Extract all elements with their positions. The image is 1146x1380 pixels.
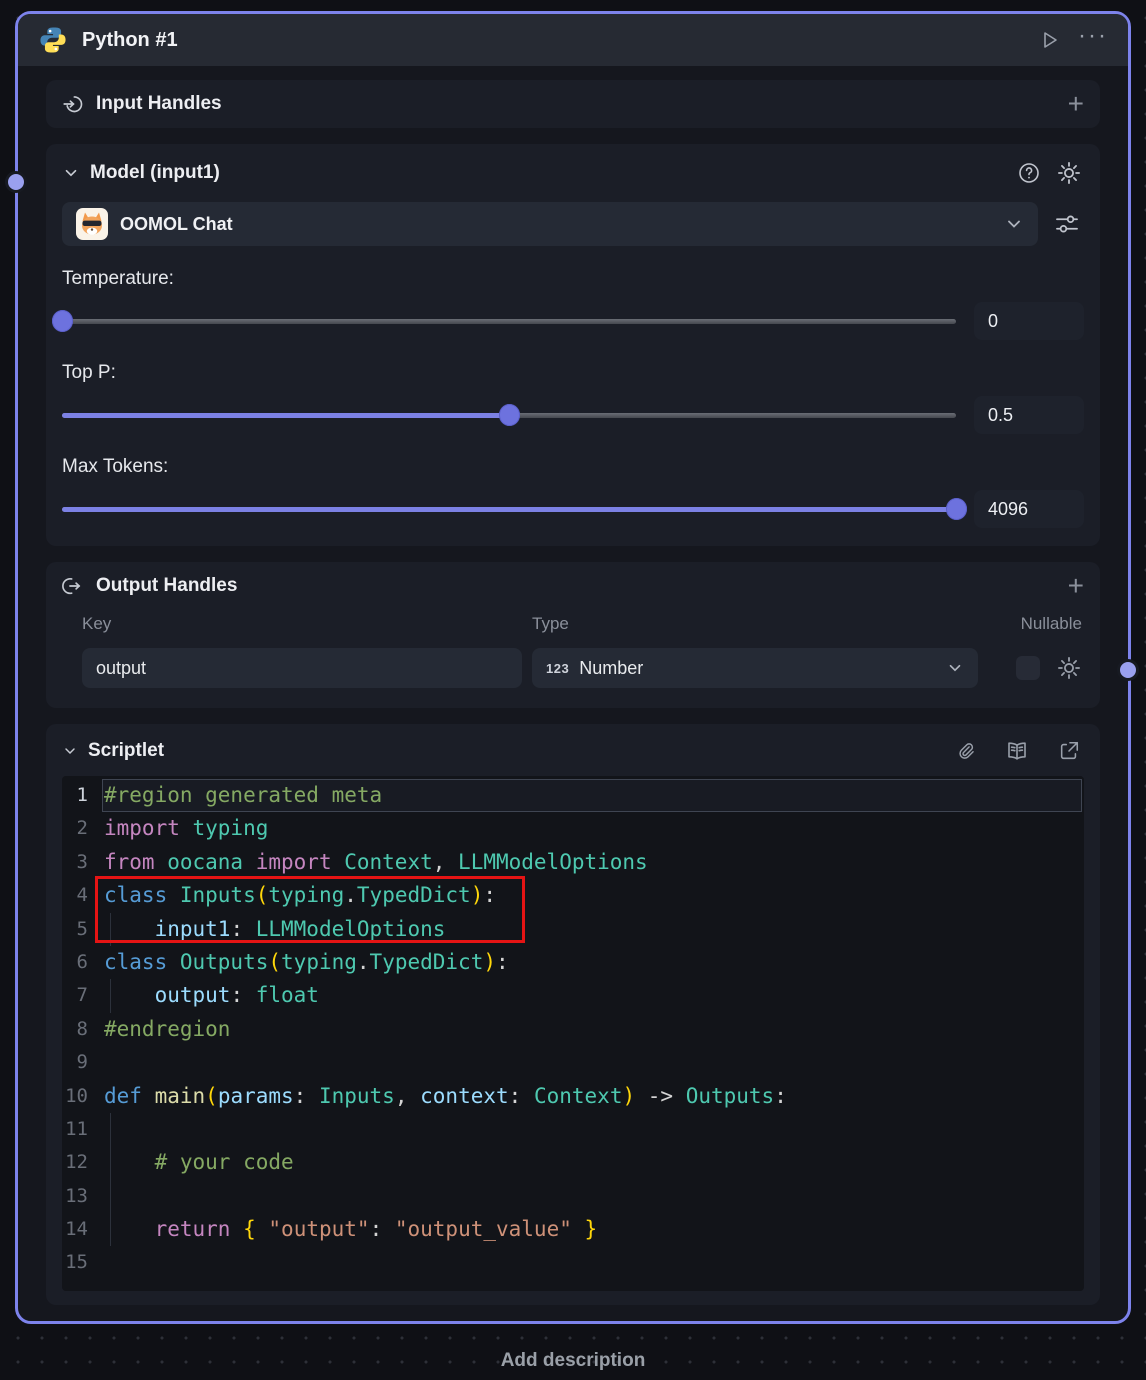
param-slider[interactable] (62, 498, 956, 520)
line-number: 3 (62, 846, 88, 879)
output-connection-handle[interactable] (1117, 659, 1139, 681)
slider-thumb[interactable] (499, 404, 520, 426)
output-columns: Key Type Nullable (62, 614, 1084, 634)
canvas: Python #1 ··· Input Handles (0, 0, 1146, 1380)
param-label: Top P: (62, 362, 1084, 384)
help-icon[interactable] (1014, 158, 1044, 188)
model-tune-icon[interactable] (1052, 209, 1082, 239)
chevron-down-icon (1004, 214, 1024, 234)
handle-settings-gear-icon[interactable] (1054, 653, 1084, 683)
chevron-down-icon[interactable] (62, 164, 80, 182)
number-type-icon: 123 (546, 661, 569, 676)
line-number: 14 (62, 1213, 88, 1246)
line-number: 2 (62, 812, 88, 845)
line-number: 9 (62, 1046, 88, 1079)
handle-key-value: output (96, 658, 146, 679)
python-logo-icon (38, 25, 68, 55)
model-settings-gear-icon[interactable] (1054, 158, 1084, 188)
input-handles-title: Input Handles (96, 93, 222, 115)
code-line: 9 (62, 1046, 1084, 1079)
model-title: Model (input1) (90, 162, 1004, 184)
column-key: Key (82, 614, 522, 634)
line-number: 6 (62, 946, 88, 979)
code-line: 15 (62, 1246, 1084, 1279)
chevron-down-icon (946, 659, 964, 677)
output-handles-section: Output Handles + Key Type Nullable outpu… (46, 562, 1100, 708)
output-handles-title: Output Handles (96, 575, 237, 597)
handle-type-value: Number (579, 658, 936, 679)
code-line: 2import typing (62, 812, 1084, 845)
line-number: 1 (62, 779, 88, 812)
slider-thumb[interactable] (946, 498, 967, 520)
line-number: 11 (62, 1113, 88, 1146)
docs-book-icon[interactable] (1002, 736, 1032, 766)
param-slider[interactable] (62, 404, 956, 426)
line-number: 7 (62, 979, 88, 1012)
open-external-icon[interactable] (1054, 736, 1084, 766)
model-param: Max Tokens: 4096 (62, 456, 1084, 528)
line-number: 10 (62, 1080, 88, 1113)
nullable-checkbox[interactable] (1016, 656, 1040, 680)
code-line: 5 input1: LLMModelOptions (62, 913, 1084, 946)
line-number: 8 (62, 1013, 88, 1046)
code-line: 4class Inputs(typing.TypedDict): (62, 879, 1084, 912)
column-nullable: Nullable (988, 614, 1084, 634)
model-params: Temperature: 0 Top P: 0.5 Max Tokens: 4096 (62, 246, 1084, 528)
code-line: 1#region generated meta (62, 779, 1084, 812)
indent-guide (110, 1113, 111, 1146)
model-select-value: OOMOL Chat (120, 214, 992, 235)
code-line: 12 # your code (62, 1146, 1084, 1179)
code-line: 14 return { "output": "output_value" } (62, 1213, 1084, 1246)
line-number: 12 (62, 1146, 88, 1179)
attach-paperclip-icon[interactable] (950, 736, 980, 766)
param-value-input[interactable]: 0 (974, 302, 1084, 340)
line-number: 15 (62, 1246, 88, 1279)
line-number: 5 (62, 913, 88, 946)
output-arrow-icon (62, 575, 84, 597)
code-editor[interactable]: 1#region generated meta2import typing3fr… (62, 776, 1084, 1291)
scriptlet-title: Scriptlet (88, 740, 940, 762)
more-menu-button[interactable]: ··· (1078, 25, 1108, 55)
scriptlet-section: Scriptlet (46, 724, 1100, 1305)
handle-type-select[interactable]: 123 Number (532, 648, 978, 688)
handle-key-input[interactable]: output (82, 648, 522, 688)
line-number: 13 (62, 1180, 88, 1213)
code-line: 11 (62, 1113, 1084, 1146)
param-value-input[interactable]: 0.5 (974, 396, 1084, 434)
line-number: 4 (62, 879, 88, 912)
code-line: 3from oocana import Context, LLMModelOpt… (62, 846, 1084, 879)
node-header: Python #1 ··· (18, 14, 1128, 66)
param-label: Temperature: (62, 268, 1084, 290)
code-line: 13 (62, 1180, 1084, 1213)
add-description-button[interactable]: Add description (0, 1350, 1146, 1372)
run-button[interactable] (1034, 25, 1064, 55)
slider-thumb[interactable] (52, 310, 73, 332)
add-output-handle-button[interactable]: + (1068, 574, 1084, 598)
output-handle-row: output 123 Number (62, 648, 1084, 688)
node-title: Python #1 (82, 29, 1020, 52)
code-line: 10def main(params: Inputs, context: Cont… (62, 1080, 1084, 1113)
code-line: 6class Outputs(typing.TypedDict): (62, 946, 1084, 979)
code-line: 7 output: float (62, 979, 1084, 1012)
param-slider[interactable] (62, 310, 956, 332)
node-body: Input Handles + Model (input1) (18, 66, 1128, 1321)
model-section: Model (input1) (46, 144, 1100, 546)
code-line: 8#endregion (62, 1013, 1084, 1046)
python-node: Python #1 ··· Input Handles (15, 11, 1131, 1324)
model-param: Top P: 0.5 (62, 362, 1084, 434)
param-label: Max Tokens: (62, 456, 1084, 478)
chevron-down-icon[interactable] (62, 743, 78, 759)
oomol-chat-avatar (76, 208, 108, 240)
input-connection-handle[interactable] (5, 171, 27, 193)
column-type: Type (532, 614, 978, 634)
model-param: Temperature: 0 (62, 268, 1084, 340)
model-select[interactable]: OOMOL Chat (62, 202, 1038, 246)
add-input-handle-button[interactable]: + (1068, 92, 1084, 116)
input-arrow-icon (62, 93, 84, 115)
indent-guide (110, 1180, 111, 1213)
param-value-input[interactable]: 4096 (974, 490, 1084, 528)
input-handles-section: Input Handles + (46, 80, 1100, 128)
